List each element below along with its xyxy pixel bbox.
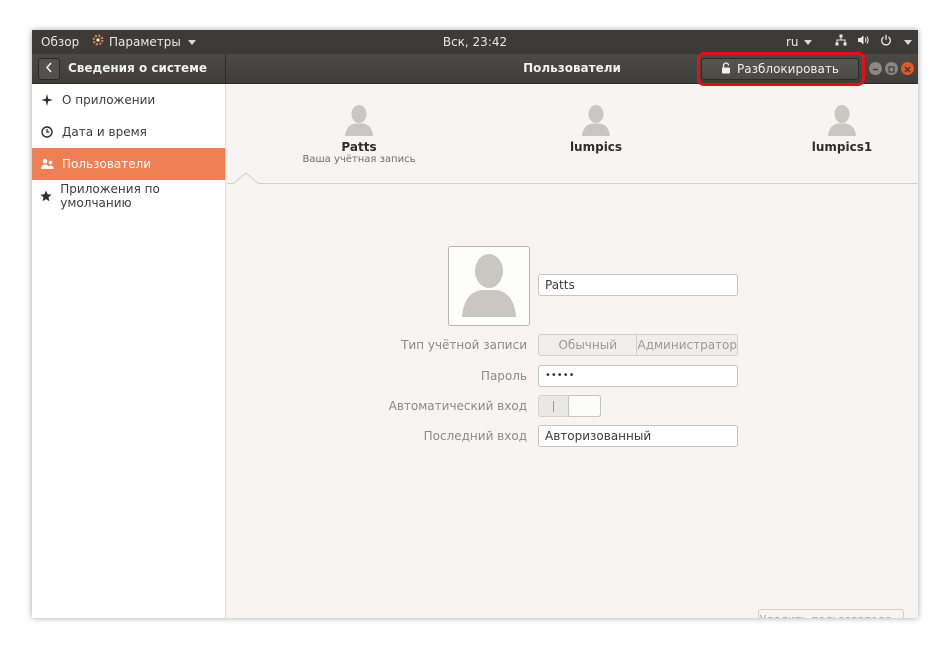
password-label: Пароль <box>480 369 527 383</box>
toggle-knob <box>568 395 601 417</box>
account-type-admin-option[interactable]: Администратор <box>636 335 737 355</box>
header-back-title: Сведения о системе <box>68 61 208 75</box>
close-icon <box>904 62 911 76</box>
sidebar-item-users[interactable]: Пользователи <box>32 148 225 180</box>
maximize-button[interactable] <box>885 62 898 75</box>
back-button[interactable] <box>38 58 60 80</box>
last-login-button[interactable]: Авторизованный <box>538 425 738 447</box>
app-menu[interactable]: Параметры <box>92 30 196 54</box>
password-field[interactable]: ••••• <box>538 365 738 387</box>
top-bar: Обзор Параметры Вск, 23:42 ru <box>32 30 918 54</box>
app-menu-label: Параметры <box>109 35 181 49</box>
avatar-icon <box>344 104 374 136</box>
page-title-label: Пользователи <box>523 61 621 75</box>
user-subtitle: Ваша учётная запись <box>302 154 416 165</box>
system-status-menu[interactable] <box>835 30 912 54</box>
user-tab[interactable]: Patts Ваша учётная запись <box>284 104 434 166</box>
username-field[interactable]: Patts <box>538 274 738 296</box>
network-icon <box>835 30 847 54</box>
gear-icon <box>92 30 104 54</box>
last-login-label: Последний вход <box>423 429 527 443</box>
user-tab[interactable]: lumpics1 <box>767 104 917 154</box>
close-button[interactable] <box>901 62 914 75</box>
avatar-icon <box>827 104 857 136</box>
activities-button[interactable]: Обзор <box>41 30 79 54</box>
sidebar-item-label: Пользователи <box>62 157 152 171</box>
chevron-down-icon <box>804 40 813 45</box>
autologin-label: Автоматический вход <box>388 399 527 413</box>
toggle-on-indicator <box>553 401 554 412</box>
settings-window: Обзор Параметры Вск, 23:42 ru Сведения о… <box>32 30 918 618</box>
users-panel: Patts Ваша учётная запись lumpics lumpic… <box>227 84 918 618</box>
maximize-icon <box>888 62 895 76</box>
selected-user-indicator <box>233 172 259 186</box>
sidebar-item-date-time[interactable]: Дата и время <box>32 116 225 148</box>
sidebar-item-label: О приложении <box>62 93 156 107</box>
header-bar: Сведения о системе Пользователи Разблоки… <box>32 54 918 84</box>
autologin-toggle[interactable] <box>538 395 601 417</box>
sidebar-item-default-apps[interactable]: Приложения по умолчанию <box>32 180 225 212</box>
chevron-down-icon <box>904 39 912 45</box>
avatar-icon <box>459 251 519 321</box>
sidebar-item-label: Приложения по умолчанию <box>60 182 160 210</box>
language-label: ru <box>786 35 799 49</box>
sidebar-item-label: Дата и время <box>62 125 147 139</box>
sidebar-item-about[interactable]: О приложении <box>32 84 225 116</box>
user-tabs-divider <box>227 183 918 184</box>
users-icon <box>32 158 62 170</box>
clock-label[interactable]: Вск, 23:42 <box>443 35 507 49</box>
user-name: lumpics1 <box>811 140 873 154</box>
user-name: Patts <box>341 140 377 154</box>
user-avatar-button[interactable] <box>448 246 530 326</box>
volume-icon <box>857 30 870 54</box>
language-indicator[interactable]: ru <box>786 30 813 54</box>
power-icon <box>880 30 892 54</box>
sparkle-icon <box>32 94 62 106</box>
chevron-left-icon <box>45 62 53 76</box>
unlock-button[interactable]: Разблокировать <box>701 58 859 80</box>
user-name: lumpics <box>569 140 623 154</box>
star-icon <box>32 190 60 202</box>
account-type-standard-option[interactable]: Обычный <box>539 335 636 355</box>
delete-user-button[interactable]: Удалить пользователя… <box>758 609 904 618</box>
header-left-pane: Сведения о системе <box>32 54 226 83</box>
minimize-icon <box>872 62 879 76</box>
lock-icon <box>721 61 731 77</box>
clock-icon <box>32 126 62 138</box>
account-type-label: Тип учётной записи <box>401 338 527 352</box>
minimize-button[interactable] <box>869 62 882 75</box>
chevron-down-icon <box>187 39 196 45</box>
avatar-icon <box>581 104 611 136</box>
unlock-label: Разблокировать <box>737 62 839 76</box>
activities-label: Обзор <box>41 35 80 49</box>
sidebar: О приложении Дата и время Пользователи П… <box>32 84 226 618</box>
user-tab[interactable]: lumpics <box>521 104 671 154</box>
account-type-switch[interactable]: Обычный Администратор <box>538 334 738 356</box>
